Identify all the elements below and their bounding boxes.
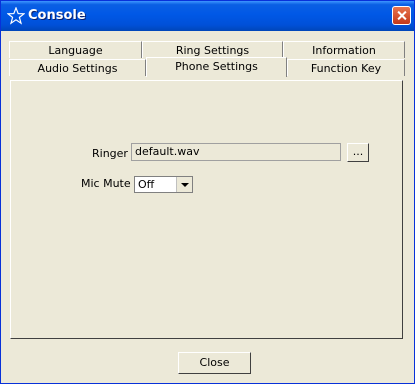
- console-window: Console Language Ring Settings Informati…: [0, 0, 415, 384]
- phone-settings-panel: Ringer default.wav ... Mic Mute Off: [10, 80, 403, 339]
- ringer-file-field[interactable]: default.wav: [131, 143, 341, 161]
- window-title: Console: [28, 8, 86, 23]
- tab-function-key[interactable]: Function Key: [287, 59, 405, 76]
- mic-mute-label: Mic Mute: [81, 177, 131, 190]
- tab-phone-settings[interactable]: Phone Settings: [146, 57, 287, 77]
- window-close-icon[interactable]: [392, 6, 411, 25]
- ringer-label: Ringer: [92, 147, 128, 160]
- star-icon: [7, 7, 25, 25]
- mic-mute-value: Off: [138, 178, 155, 191]
- mic-mute-select[interactable]: Off: [134, 176, 193, 193]
- title-bar[interactable]: Console: [1, 1, 414, 31]
- close-button[interactable]: Close: [178, 352, 251, 374]
- tab-audio-settings[interactable]: Audio Settings: [9, 59, 146, 76]
- tab-ring-settings[interactable]: Ring Settings: [142, 41, 283, 58]
- tab-information[interactable]: Information: [283, 41, 405, 58]
- chevron-down-icon[interactable]: [176, 177, 192, 192]
- tab-strip: Language Ring Settings Information Audio…: [9, 41, 407, 81]
- browse-button[interactable]: ...: [347, 143, 369, 162]
- tab-language[interactable]: Language: [9, 41, 142, 58]
